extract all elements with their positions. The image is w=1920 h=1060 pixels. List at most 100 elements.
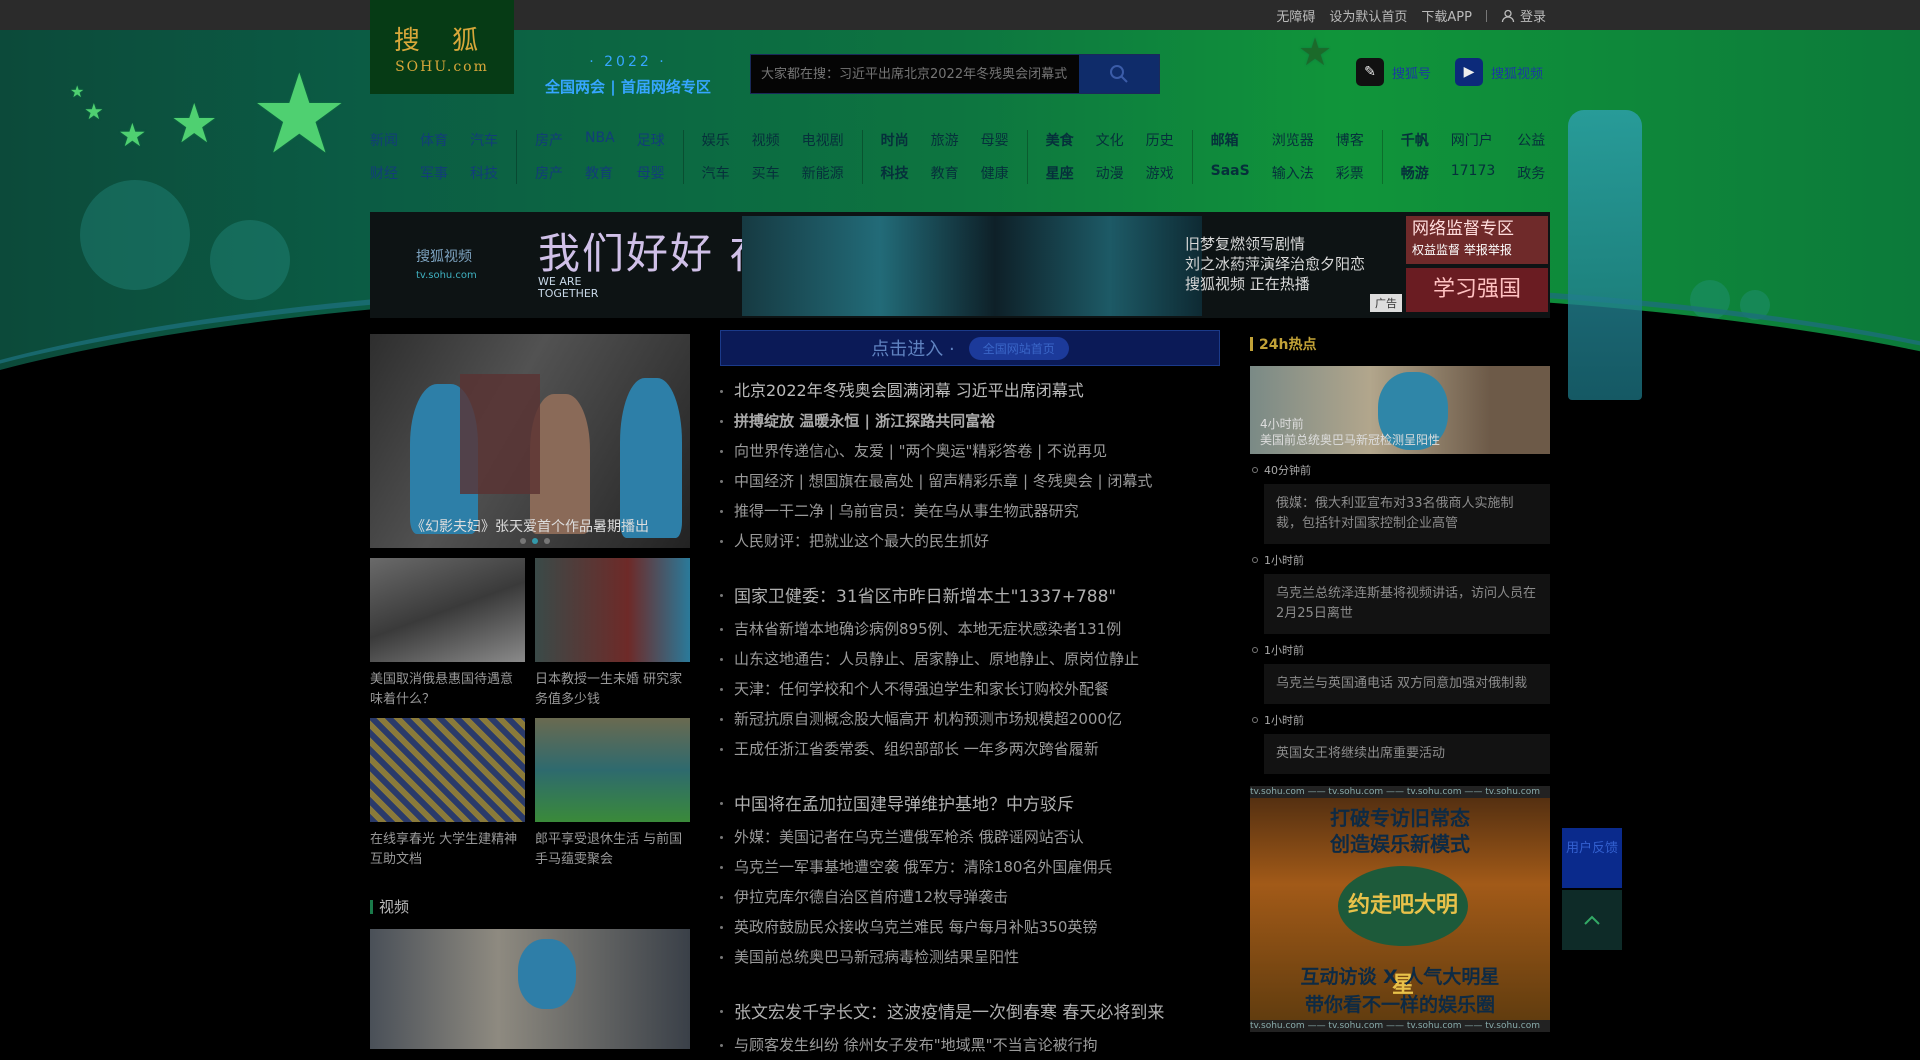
divider: [1485, 9, 1487, 22]
nav-link[interactable]: 千帆: [1401, 130, 1429, 151]
sohu-account-link[interactable]: ✎ 搜狐号: [1356, 58, 1431, 86]
thumb-card[interactable]: 日本教授一生未婚 研究家务值多少钱: [535, 558, 690, 718]
login-link[interactable]: 登录: [1501, 6, 1546, 25]
nav-link[interactable]: 科技: [470, 163, 498, 184]
sohu-account-icon: ✎: [1356, 58, 1384, 86]
news-item[interactable]: 中国经济 | 想国旗在最高处 | 留声精彩乐章 | 冬残奥会 | 闭幕式: [720, 466, 1220, 496]
accessibility-link[interactable]: 无障碍: [1276, 6, 1315, 25]
news-item[interactable]: 拼搏绽放 温暖永恒 | 浙江探路共同富裕: [720, 406, 1220, 436]
supervision-zone-link[interactable]: 网络监督专区 权益监督 举报举报: [1406, 216, 1548, 264]
news-item[interactable]: 中国将在孟加拉国建导弹维护基地？中方驳斥: [720, 788, 1220, 822]
hot-item[interactable]: 1小时前 英国女王将继续出席重要活动: [1250, 712, 1550, 774]
news-item[interactable]: 北京2022年冬残奥会圆满闭幕 习近平出席闭幕式: [720, 376, 1220, 406]
nav-link[interactable]: 彩票: [1336, 163, 1364, 184]
nav-link[interactable]: SaaS: [1211, 163, 1250, 184]
nav-link[interactable]: 历史: [1146, 130, 1174, 151]
nav-link[interactable]: 体育: [420, 130, 448, 151]
nav-link[interactable]: 电视剧: [802, 130, 844, 151]
hot-title-label: 24h热点: [1259, 337, 1317, 353]
hot-item[interactable]: 40分钟前 俄媒：俄大利亚宣布对33名俄商人实施制裁，包括针对国家控制企业高管: [1250, 462, 1550, 544]
news-item[interactable]: 王成任浙江省委常委、组织部部长 一年多两次跨省履新: [720, 734, 1220, 764]
carousel-dot[interactable]: [544, 538, 550, 544]
nav-link[interactable]: 浏览器: [1272, 130, 1314, 151]
star-icon: ★: [170, 92, 219, 155]
carousel-dot[interactable]: [520, 538, 526, 544]
nav-link[interactable]: 美食: [1046, 130, 1074, 151]
search-button[interactable]: [1079, 55, 1159, 93]
nav-link[interactable]: 视频: [752, 130, 780, 151]
video-thumbnail[interactable]: [370, 929, 690, 1049]
nav-link[interactable]: NBA: [585, 130, 615, 151]
event-slogan[interactable]: · 2022 · 全国两会 | 首届网络专区: [545, 54, 711, 97]
nav-link[interactable]: 畅游: [1401, 163, 1429, 184]
sohu-logo[interactable]: 搜 狐 SOHU.com: [370, 0, 514, 94]
nav-link[interactable]: 公益: [1517, 130, 1545, 151]
nav-link[interactable]: 财经: [370, 163, 398, 184]
thumb-card[interactable]: 美国取消俄悬惠国待遇意味着什么？: [370, 558, 525, 718]
nav-link[interactable]: 母婴: [981, 130, 1009, 151]
nav-link[interactable]: 新能源: [802, 163, 844, 184]
news-item[interactable]: 与顾客发生纠纷 徐州女子发布"地域黑"不当言论被行拘: [720, 1030, 1220, 1060]
news-item[interactable]: 人民财评：把就业这个最大的民生抓好: [720, 526, 1220, 556]
nav-link[interactable]: 健康: [981, 163, 1009, 184]
nav-link[interactable]: 娱乐: [702, 130, 730, 151]
nav-link[interactable]: 17173: [1451, 163, 1496, 184]
nav-link[interactable]: 时尚: [881, 130, 909, 151]
nav-link[interactable]: 汽车: [702, 163, 730, 184]
nav-link[interactable]: 科技: [881, 163, 909, 184]
back-to-top-button[interactable]: [1562, 890, 1622, 950]
set-homepage-link[interactable]: 设为默认首页: [1329, 6, 1407, 25]
news-item[interactable]: 伊拉克库尔德自治区首府遭12枚导弹袭击: [720, 882, 1220, 912]
news-item[interactable]: 英政府鼓励民众接收乌克兰难民 每户每月补贴350英镑: [720, 912, 1220, 942]
nav-link[interactable]: 政务: [1517, 163, 1545, 184]
nav-link[interactable]: 母婴: [637, 163, 665, 184]
hot-item-time: 1小时前: [1250, 712, 1550, 728]
nav-link[interactable]: 输入法: [1272, 163, 1314, 184]
nav-link[interactable]: 文化: [1096, 130, 1124, 151]
nav-link[interactable]: 新闻: [370, 130, 398, 151]
news-item[interactable]: 乌克兰一军事基地遭空袭 俄军方：清除180名外国雇佣兵: [720, 852, 1220, 882]
carousel-dot[interactable]: [532, 538, 538, 544]
search-input[interactable]: [751, 55, 1079, 93]
hot-item[interactable]: 1小时前 乌克兰与英国通电话 双方同意加强对俄制裁: [1250, 642, 1550, 704]
nav-link[interactable]: 买车: [752, 163, 780, 184]
news-item[interactable]: 美国前总统奥巴马新冠病毒检测结果呈阳性: [720, 942, 1220, 972]
nav-link[interactable]: 汽车: [470, 130, 498, 151]
news-item[interactable]: 国家卫健委：31省区市昨日新增本土"1337+788": [720, 580, 1220, 614]
feedback-button[interactable]: 用户反馈: [1562, 828, 1622, 888]
news-item[interactable]: 向世界传递信心、友爱 | "两个奥运"精彩答卷 | 不说再见: [720, 436, 1220, 466]
ad-banner[interactable]: 搜狐视频 tv.sohu.com 我们好好 在一起 WE ARE TOGETHE…: [370, 212, 1550, 318]
nav-link[interactable]: 足球: [637, 130, 665, 151]
right-ad[interactable]: tv.sohu.com —— tv.sohu.com —— tv.sohu.co…: [1250, 786, 1550, 1032]
entry-bar[interactable]: 点击进入 · 全国网站首页: [720, 330, 1220, 366]
nav-link[interactable]: 教育: [585, 163, 615, 184]
news-item[interactable]: 张文宏发千字长文：这波疫情是一次倒春寒 春天必将到来: [720, 996, 1220, 1030]
nav-link[interactable]: 房产: [535, 130, 563, 151]
nav-link[interactable]: 旅游: [931, 130, 959, 151]
nav-link[interactable]: 军事: [420, 163, 448, 184]
download-app-link[interactable]: 下载APP: [1421, 6, 1472, 25]
thumb-card[interactable]: 郎平享受退休生活 与前国手马蕴雯聚会: [535, 718, 690, 878]
feature-carousel[interactable]: 《幻影夫妇》张天爱首个作品暑期播出: [370, 334, 690, 548]
news-item[interactable]: 山东这地通告：人员静止、居家静止、原地静止、原岗位静止: [720, 644, 1220, 674]
nav-link[interactable]: 博客: [1336, 130, 1364, 151]
nav-link[interactable]: 星座: [1046, 163, 1074, 184]
nav-link[interactable]: 网门户: [1451, 130, 1496, 151]
entry-pill[interactable]: 全国网站首页: [968, 336, 1069, 360]
nav-group: 美食 文化 历史星座 动漫 游戏: [1026, 130, 1192, 184]
news-item[interactable]: 新冠抗原自测概念股大幅高开 机构预测市场规模超2000亿: [720, 704, 1220, 734]
nav-link[interactable]: 房产: [535, 163, 563, 184]
nav-link[interactable]: 游戏: [1146, 163, 1174, 184]
news-item[interactable]: 天津：任何学校和个人不得强迫学生和家长订购校外配餐: [720, 674, 1220, 704]
news-item[interactable]: 推得一干二净 | 乌前官员：美在乌从事生物武器研究: [720, 496, 1220, 526]
nav-link[interactable]: 邮箱: [1211, 130, 1250, 151]
nav-link[interactable]: 教育: [931, 163, 959, 184]
hot-image[interactable]: 4小时前 美国前总统奥巴马新冠检测呈阳性: [1250, 366, 1550, 454]
news-item[interactable]: 外媒：美国记者在乌克兰遭俄军枪杀 俄辟谣网站否认: [720, 822, 1220, 852]
thumb-card[interactable]: 在线享春光 大学生建精神互助文档: [370, 718, 525, 878]
nav-link[interactable]: 动漫: [1096, 163, 1124, 184]
hot-item[interactable]: 1小时前 乌克兰总统泽连斯基将视频讲话，访问人员在2月25日离世: [1250, 552, 1550, 634]
news-item[interactable]: 吉林省新增本地确诊病例895例、本地无症状感染者131例: [720, 614, 1220, 644]
xuexi-link[interactable]: 学习强国: [1406, 268, 1548, 312]
sohu-video-link[interactable]: ▶ 搜狐视频: [1455, 58, 1543, 86]
